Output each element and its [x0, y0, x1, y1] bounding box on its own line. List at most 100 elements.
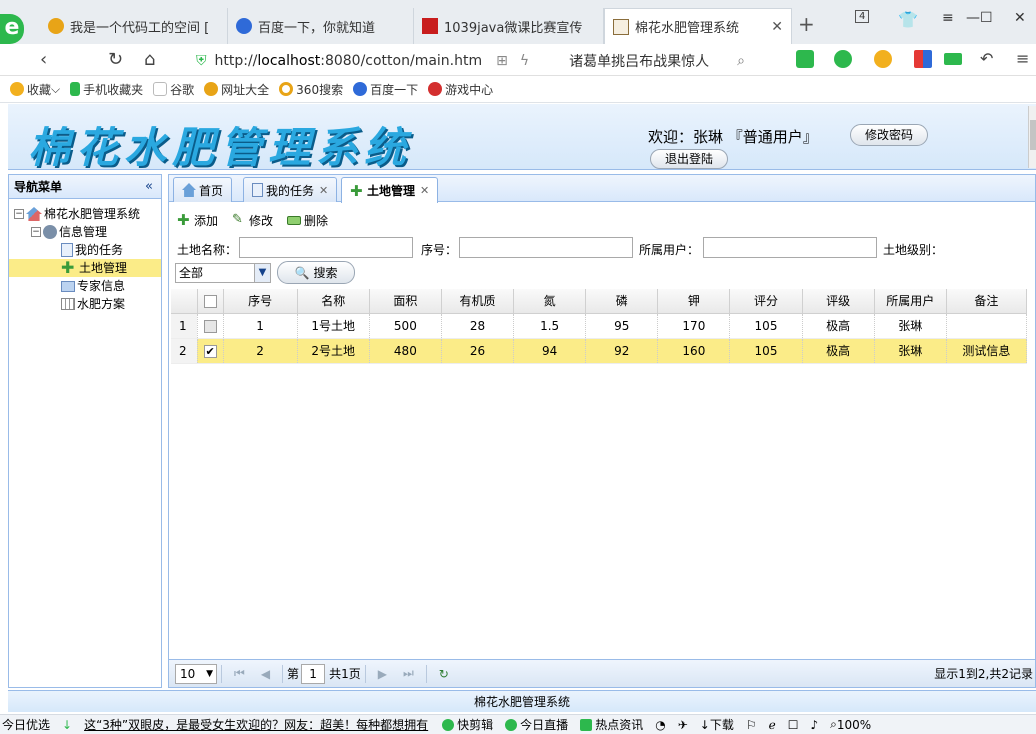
column-header[interactable]: 评级	[802, 289, 875, 314]
new-tab-icon[interactable]: +	[798, 12, 815, 36]
land-level-select[interactable]: 全部 ▼	[175, 263, 271, 283]
search-icon[interactable]: ⌕	[737, 53, 745, 69]
column-header[interactable]: 评分	[729, 289, 803, 314]
shirt-skin-icon[interactable]: 👕	[898, 10, 918, 29]
refresh-icon[interactable]: ↻	[108, 49, 123, 70]
select-all-checkbox[interactable]	[203, 294, 217, 308]
flag-icon[interactable]: ⚐	[746, 718, 757, 732]
next-page-icon[interactable]: ▶	[378, 667, 387, 681]
favorite-item[interactable]: 网址大全	[204, 81, 269, 98]
favorite-item[interactable]: 游戏中心	[428, 81, 493, 98]
header-scrollbar[interactable]	[1028, 106, 1036, 168]
volume-icon[interactable]: ♪	[810, 718, 818, 732]
column-header[interactable]: 所属用户	[874, 289, 947, 314]
speed-icon[interactable]: ◔	[655, 718, 665, 732]
first-page-icon[interactable]: ⏮	[234, 666, 245, 681]
quick-edit-item[interactable]: 快剪辑	[442, 716, 493, 733]
minimize-icon[interactable]: —	[966, 10, 980, 26]
change-password-button[interactable]: 修改密码	[850, 124, 929, 146]
menu-icon[interactable]: ≡	[942, 10, 954, 26]
tree-group[interactable]: − 信息管理	[9, 223, 161, 241]
row-checkbox-cell[interactable]: ✔	[197, 338, 224, 364]
sidebar-item-land-management[interactable]: ✚ 土地管理	[9, 259, 161, 277]
page-number-input[interactable]: 1	[301, 663, 326, 684]
row-checkbox-checked[interactable]: ✔	[203, 344, 217, 358]
refresh-icon[interactable]: ↻	[439, 667, 449, 681]
zoom-level[interactable]: ⌕ 100%	[830, 717, 871, 732]
chevron-down-icon[interactable]: ▼	[254, 264, 270, 282]
lightning-icon[interactable]: ϟ	[520, 53, 529, 69]
back-icon[interactable]: ‹	[40, 49, 47, 70]
delete-button[interactable]: 删除	[287, 212, 328, 229]
column-header[interactable]: 有机质	[441, 289, 515, 314]
table-row-selected[interactable]: 2 ✔ 2 2号土地 480 26 94 92 160 105 极高 张琳 测试…	[171, 338, 1028, 364]
home-icon[interactable]: ⌂	[144, 49, 155, 70]
favorite-item[interactable]: 谷歌	[153, 81, 194, 98]
favorite-item[interactable]: 手机收藏夹	[70, 81, 143, 98]
search-button[interactable]: 🔍 搜索	[277, 261, 355, 284]
tree-root[interactable]: − 棉花水肥管理系统	[9, 205, 161, 223]
close-tab-icon[interactable]: ✕	[420, 184, 429, 197]
tab-my-tasks[interactable]: 我的任务 ✕	[243, 177, 338, 202]
browser-tab[interactable]: 百度一下，你就知道	[228, 8, 414, 44]
pin-icon[interactable]: ✈	[678, 718, 688, 732]
scissors-icon[interactable]	[796, 50, 814, 68]
more-menu-icon[interactable]: ≡	[1016, 49, 1029, 68]
tab-land-management[interactable]: ✚ 土地管理 ✕	[341, 177, 439, 203]
table-row[interactable]: 1 1 1号土地 500 28 1.5 95 170 105 极高 张琳	[171, 313, 1028, 339]
tree-toggle-icon[interactable]: −	[31, 227, 41, 237]
add-button[interactable]: ✚ 添加	[177, 212, 218, 229]
column-header[interactable]: 面积	[369, 289, 442, 314]
browser-tab-active[interactable]: 棉花水肥管理系统 ✕	[604, 8, 792, 44]
browser-e-icon[interactable]: ℯ	[769, 718, 776, 732]
coupon-icon[interactable]	[874, 50, 892, 68]
select-all-header[interactable]	[197, 289, 224, 314]
tab-count-badge[interactable]: 4	[855, 10, 870, 23]
news-item[interactable]: 热点资讯	[580, 716, 643, 733]
collapse-icon[interactable]: «	[145, 175, 153, 199]
close-window-icon[interactable]: ✕	[1014, 10, 1026, 26]
row-checkbox-cell[interactable]	[197, 313, 224, 339]
column-header[interactable]: 氮	[513, 289, 587, 314]
column-header[interactable]: 备注	[946, 289, 1028, 314]
sidebar-item-my-tasks[interactable]: 我的任务	[9, 241, 161, 259]
page-size-select[interactable]: 10 ▼	[175, 663, 217, 684]
browser-logo-icon[interactable]: e	[0, 14, 24, 44]
qr-icon[interactable]: ⊞	[496, 53, 508, 69]
battery-icon[interactable]	[944, 53, 962, 65]
sidebar-item-fertilizer-plans[interactable]: 水肥方案	[9, 295, 161, 313]
close-tab-icon[interactable]: ✕	[319, 184, 328, 197]
undo-icon[interactable]: ↶	[980, 49, 993, 68]
prev-page-icon[interactable]: ◀	[261, 667, 270, 681]
column-header[interactable]: 钾	[657, 289, 731, 314]
translate-icon[interactable]	[834, 50, 852, 68]
column-header[interactable]: 序号	[223, 289, 298, 314]
today-pick[interactable]: 今日优选	[2, 716, 50, 733]
row-checkbox[interactable]	[203, 319, 217, 333]
land-name-input[interactable]	[239, 237, 413, 258]
tree-toggle-icon[interactable]: −	[14, 209, 24, 219]
edit-button[interactable]: ✎ 修改	[232, 212, 273, 229]
column-header[interactable]: 名称	[297, 289, 370, 314]
owner-input[interactable]	[703, 237, 877, 258]
column-header[interactable]: 磷	[585, 289, 659, 314]
last-page-icon[interactable]: ⏭	[403, 666, 414, 681]
news-ticker[interactable]: 这“3种”双眼皮，是最受女生欢迎的？网友：超美！每种都想拥有	[84, 716, 428, 733]
apps-icon[interactable]	[914, 50, 932, 68]
favorite-item[interactable]: 收藏 ⌵	[10, 81, 60, 98]
chevron-down-icon[interactable]: ▼	[206, 665, 213, 683]
serial-input[interactable]	[459, 237, 633, 258]
logout-button[interactable]: 退出登陆	[650, 149, 729, 169]
url-field[interactable]: ⛨ http://localhost:8080/cotton/main.htm …	[196, 48, 766, 74]
search-suggestion[interactable]: 诸葛单挑吕布战果惊人	[569, 51, 709, 71]
browser-tab[interactable]: 1039java微课比赛宣传	[414, 8, 604, 44]
browser-tab[interactable]: 我是一个代码工的空间 [	[40, 8, 228, 44]
scrollbar-thumb[interactable]	[1030, 120, 1036, 150]
window-icon[interactable]: ☐	[788, 718, 799, 732]
download-item[interactable]: ↓ 下载	[700, 716, 734, 733]
close-tab-icon[interactable]: ✕	[765, 19, 783, 35]
favorite-item[interactable]: 百度一下	[353, 81, 418, 98]
live-item[interactable]: 今日直播	[505, 716, 568, 733]
tab-home[interactable]: 首页	[173, 177, 233, 202]
favorite-item[interactable]: 360搜索	[279, 81, 343, 98]
